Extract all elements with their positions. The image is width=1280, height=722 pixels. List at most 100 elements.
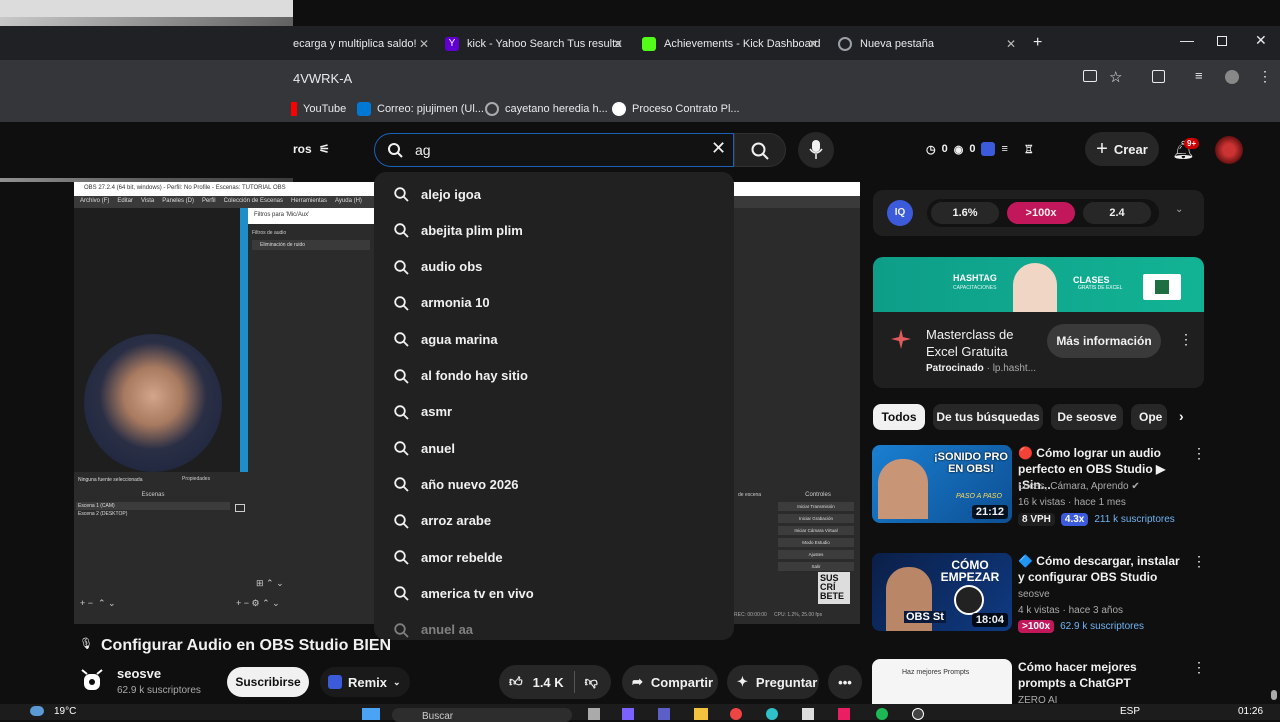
share-button[interactable]: ➦ Compartir xyxy=(622,665,718,699)
new-tab-icon[interactable]: + xyxy=(1033,34,1042,52)
obs-control-button[interactable]: Modo Estudio xyxy=(778,538,854,547)
filters-button[interactable]: ros ⚟ xyxy=(293,142,330,156)
iq-icon[interactable] xyxy=(981,142,996,156)
thumbs-up-icon[interactable]: 👍︎ xyxy=(509,674,523,690)
teams-icon[interactable] xyxy=(658,708,670,720)
avatar[interactable] xyxy=(1215,136,1243,164)
scene-item[interactable]: Escena 2 (DESKTOP) xyxy=(76,510,230,518)
tab-new[interactable]: Nueva pestaña ✕ xyxy=(838,30,1016,58)
ad-title[interactable]: Masterclass de Excel Gratuita xyxy=(926,326,1046,360)
close-icon[interactable]: ✕ xyxy=(808,37,818,51)
media-icon[interactable]: ≡ xyxy=(1195,68,1203,83)
more-vertical-icon[interactable]: ⋮ xyxy=(1192,445,1206,462)
app-icon[interactable] xyxy=(838,708,850,720)
scrollbar[interactable] xyxy=(1271,690,1277,700)
close-icon[interactable]: ✕ xyxy=(1006,37,1016,51)
address-bar[interactable]: 4VWRK-A ☆ ≡ ⋮ xyxy=(0,60,1280,98)
search-box[interactable]: ag ✕ xyxy=(374,133,734,167)
task-view-icon[interactable] xyxy=(588,708,600,720)
suggestion-item[interactable]: agua marina xyxy=(374,321,734,357)
menu-icon[interactable]: ⋮ xyxy=(1258,68,1272,85)
obs-control-button[interactable]: Iniciar Grabación xyxy=(778,514,854,523)
search-button[interactable] xyxy=(734,133,786,167)
more-vertical-icon[interactable]: ⋮ xyxy=(1192,659,1206,676)
windows-start-icon[interactable] xyxy=(362,708,380,720)
suggestion-item[interactable]: america tv en vivo xyxy=(374,575,734,611)
extensions-icon[interactable] xyxy=(1152,70,1165,83)
suggestion-item[interactable]: anuel aa xyxy=(374,612,734,640)
ad-card[interactable]: HASHTAG CAPACITACIONES CLASES GRATIS DE … xyxy=(873,257,1204,388)
video-thumbnail[interactable]: ¡SONIDO PRO EN OBS! PASO A PASO 21:12 xyxy=(872,445,1012,523)
recommendation-channel[interactable]: ZERO AI xyxy=(1018,695,1057,704)
weather-temp[interactable]: 19°C xyxy=(54,706,76,717)
trophy-icon[interactable]: ♖ xyxy=(1024,143,1034,156)
clock-time[interactable]: 01:26 xyxy=(1238,706,1263,717)
ask-button[interactable]: ✦ Preguntar xyxy=(727,665,819,699)
suggestion-item[interactable]: audio obs xyxy=(374,249,734,285)
minimize-icon[interactable]: — xyxy=(1180,32,1194,48)
scene-item[interactable]: Escena 1 (CAM) xyxy=(76,502,230,510)
thumbs-down-icon[interactable]: 👎︎ xyxy=(585,674,598,690)
obs-control-button[interactable]: Iniciar Cámara Virtual xyxy=(778,526,854,535)
more-actions-button[interactable]: ••• xyxy=(828,665,862,699)
close-window-icon[interactable]: ✕ xyxy=(1255,32,1267,49)
obs-icon[interactable] xyxy=(912,708,924,720)
voice-search-button[interactable] xyxy=(798,132,834,168)
folder-icon[interactable] xyxy=(694,708,708,720)
spotify-icon[interactable] xyxy=(876,708,888,720)
star-icon[interactable]: ☆ xyxy=(1109,68,1122,86)
search-input[interactable]: ag xyxy=(415,142,431,158)
chip-more[interactable]: Ope xyxy=(1131,404,1167,430)
suggestion-item[interactable]: arroz arabe xyxy=(374,503,734,539)
chip-from-searches[interactable]: De tus búsquedas xyxy=(933,404,1043,430)
more-vertical-icon[interactable]: ⋮ xyxy=(1179,331,1193,348)
ad-banner[interactable]: HASHTAG CAPACITACIONES CLASES GRATIS DE … xyxy=(873,257,1204,312)
chip-all[interactable]: Todos xyxy=(873,404,925,430)
bookmark-proceso[interactable]: Proceso Contrato Pl... xyxy=(612,102,740,116)
chip-from-channel[interactable]: De seosve xyxy=(1051,404,1123,430)
subscribe-button[interactable]: Suscribirse xyxy=(227,667,309,697)
obs-control-button[interactable]: Iniciar Transmisión xyxy=(778,502,854,511)
recommendation-card[interactable]: Haz mejores Prompts Cómo hacer mejores p… xyxy=(872,659,1212,704)
recommendation-card[interactable]: ¡SONIDO PRO EN OBS! PASO A PASO 21:12 🔴 … xyxy=(872,445,1212,535)
scene-controls[interactable]: + − ⌃ ⌄ xyxy=(80,598,116,609)
suggestion-item[interactable]: al fondo hay sitio xyxy=(374,358,734,394)
recommendation-title[interactable]: 🔷 Cómo descargar, instalar y configurar … xyxy=(1018,553,1188,585)
suggestion-item[interactable]: asmr xyxy=(374,394,734,430)
keyboard-language[interactable]: ESP xyxy=(1120,706,1140,717)
chevron-right-icon[interactable]: › xyxy=(1179,408,1184,424)
profile-icon[interactable] xyxy=(1225,70,1239,84)
recommendation-card[interactable]: CÓMO EMPEZAR OBS St 18:04 🔷 Cómo descarg… xyxy=(872,553,1212,643)
like-count[interactable]: 1.4 K xyxy=(533,675,564,690)
list-icon[interactable]: ≡ xyxy=(1001,143,1007,155)
filter-item[interactable]: Eliminación de ruido xyxy=(252,240,370,250)
close-icon[interactable]: ✕ xyxy=(613,37,623,51)
chevron-down-icon[interactable]: ⌄ xyxy=(1175,204,1183,215)
tab-kick[interactable]: Achievements - Kick Dashboard ✕ xyxy=(642,30,821,58)
suggestion-item[interactable]: armonia 10 xyxy=(374,285,734,321)
chrome-icon[interactable] xyxy=(730,708,742,720)
tab-recarga[interactable]: ecarga y multiplica saldo! ✕ xyxy=(293,30,429,58)
suggestion-item[interactable]: alejo igoa xyxy=(374,176,734,212)
close-icon[interactable]: ✕ xyxy=(419,37,429,51)
obs-control-button[interactable]: Ajustes xyxy=(778,550,854,559)
remix-button[interactable]: Remix ⌄ xyxy=(320,667,410,697)
filter-controls[interactable]: ⊞ ⌃ ⌄ xyxy=(256,578,284,589)
obs-control-button[interactable]: Salir xyxy=(778,562,854,571)
more-vertical-icon[interactable]: ⋮ xyxy=(1192,553,1206,570)
edge-icon[interactable] xyxy=(766,708,778,720)
suggestion-item[interactable]: amor rebelde xyxy=(374,539,734,575)
install-icon[interactable] xyxy=(1083,70,1097,82)
channel-avatar[interactable] xyxy=(78,666,106,694)
bookmark-cayetano[interactable]: cayetano heredia h... xyxy=(485,102,608,116)
maximize-icon[interactable] xyxy=(1217,36,1227,46)
store-icon[interactable] xyxy=(802,708,814,720)
suggestion-item[interactable]: abejita plim plim xyxy=(374,212,734,248)
ad-cta-button[interactable]: Más información xyxy=(1047,324,1161,358)
bookmark-youtube[interactable]: YouTube xyxy=(291,102,346,116)
source-controls[interactable]: + − ⚙ ⌃ ⌄ xyxy=(236,598,280,609)
copilot-icon[interactable] xyxy=(622,708,634,720)
recommendation-channel[interactable]: Luces, Cámara, Aprendo ✔ xyxy=(1018,481,1140,492)
video-thumbnail[interactable]: CÓMO EMPEZAR OBS St 18:04 xyxy=(872,553,1012,631)
create-button[interactable]: + Crear xyxy=(1085,132,1159,166)
